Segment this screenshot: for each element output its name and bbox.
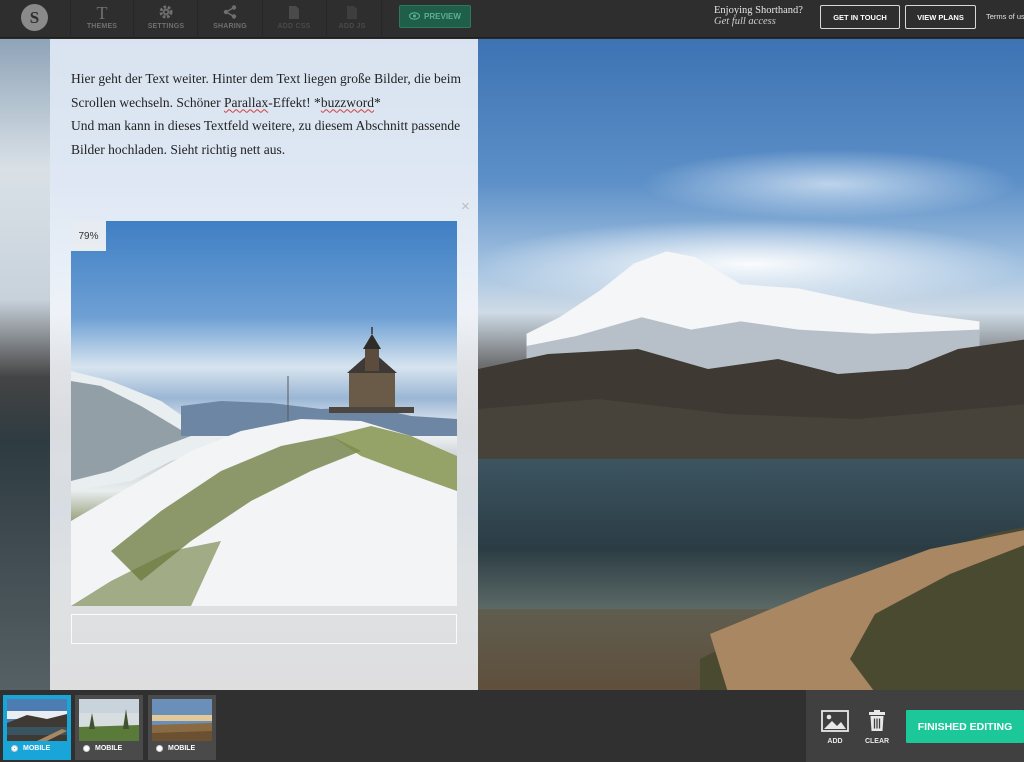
themes-label: THEMES	[86, 23, 118, 30]
settings-button[interactable]: SETTINGS	[137, 3, 195, 35]
thumbnail-label: MOBILE	[168, 745, 196, 752]
gear-icon	[158, 3, 174, 21]
logo-letter: S	[29, 7, 40, 27]
paragraph-1-cont: -Effekt! *	[268, 94, 321, 110]
text-editor[interactable]: Hier geht der Text weiter. Hinter dem Te…	[71, 67, 466, 161]
image-icon	[821, 710, 849, 734]
toolbar-divider	[262, 0, 263, 38]
share-icon	[222, 3, 238, 21]
radio-button[interactable]	[156, 745, 163, 752]
preview-label: PREVIEW	[424, 12, 461, 21]
finished-editing-button[interactable]: FINISHED EDITING	[906, 710, 1024, 743]
themes-button[interactable]: T THEMES	[73, 3, 131, 35]
shorthand-logo[interactable]: S	[21, 4, 48, 31]
top-toolbar: S T THEMES SETTINGS SHARING ADD CSS ADD …	[0, 0, 1024, 38]
background-hills	[478, 339, 1024, 469]
view-plans-button[interactable]: VIEW PLANS	[905, 5, 976, 29]
thumbnail-image	[79, 699, 139, 741]
background-thumbnail-3[interactable]: MOBILE	[148, 695, 216, 760]
thumbnail-image	[7, 699, 67, 741]
svg-text:T: T	[97, 4, 108, 21]
toolbar-divider	[381, 0, 382, 38]
text-panel[interactable]: Hier geht der Text weiter. Hinter dem Te…	[50, 39, 478, 690]
terms-link[interactable]: Terms of us	[986, 12, 1024, 21]
sharing-label: SHARING	[213, 23, 247, 30]
add-label: ADD	[827, 738, 843, 745]
eye-icon	[408, 11, 421, 22]
image-zoom-percent: 79%	[71, 221, 106, 251]
sharing-button[interactable]: SHARING	[201, 3, 259, 35]
add-css-button[interactable]: ADD CSS	[265, 3, 323, 35]
chapel-landscape-image	[71, 327, 457, 606]
promo-line1: Enjoying Shorthand?	[714, 5, 803, 16]
add-image-button[interactable]: ADD	[815, 710, 855, 745]
spellcheck-word: buzzword	[320, 94, 375, 110]
promo-line2: Get full access	[714, 16, 776, 27]
thumbnail-option: MOBILE	[156, 745, 195, 752]
thumbnail-image	[152, 699, 212, 741]
image-caption-field[interactable]	[71, 614, 457, 644]
add-js-label: ADD JS	[338, 23, 366, 30]
background-boardwalk	[700, 527, 1024, 690]
add-js-button[interactable]: ADD JS	[323, 3, 381, 35]
add-css-label: ADD CSS	[277, 23, 311, 30]
background-thumbnail-2[interactable]: MOBILE	[75, 695, 143, 760]
get-in-touch-button[interactable]: GET IN TOUCH	[820, 5, 900, 29]
text-t-icon: T	[93, 3, 111, 21]
close-icon[interactable]: ×	[461, 199, 470, 214]
promo-text: Enjoying Shorthand? Get full access	[714, 5, 803, 27]
thumbnail-option: MOBILE	[11, 745, 50, 752]
preview-button[interactable]: PREVIEW	[399, 5, 471, 28]
background-thumbnail-1[interactable]: MOBILE	[3, 695, 71, 760]
settings-label: SETTINGS	[147, 23, 185, 30]
clear-label: CLEAR	[864, 738, 890, 745]
toolbar-divider	[70, 0, 71, 38]
paragraph-2: Und man kann in dieses Textfeld weitere,…	[71, 118, 461, 157]
radio-button[interactable]	[83, 745, 90, 752]
thumbnail-label: MOBILE	[95, 745, 123, 752]
spellcheck-word: Parallax	[223, 94, 269, 110]
clear-button[interactable]: CLEAR	[857, 710, 897, 745]
background-cloud	[640, 149, 1020, 219]
thumbnail-option: MOBILE	[83, 745, 122, 752]
paragraph-1-end: *	[374, 94, 381, 110]
bottom-bar: MOBILE MOBILE MOBILE ADD CLEAR FINISHED …	[0, 690, 1024, 762]
toolbar-divider	[197, 0, 198, 38]
toolbar-divider	[133, 0, 134, 38]
inline-image[interactable]: 79%	[71, 221, 457, 606]
file-icon	[288, 3, 300, 21]
file-icon	[346, 3, 358, 21]
radio-button[interactable]	[11, 745, 18, 752]
trash-icon	[867, 710, 887, 734]
thumbnail-label: MOBILE	[23, 745, 51, 752]
background-left-edge	[0, 39, 50, 690]
editor-canvas: Hier geht der Text weiter. Hinter dem Te…	[0, 39, 1024, 690]
